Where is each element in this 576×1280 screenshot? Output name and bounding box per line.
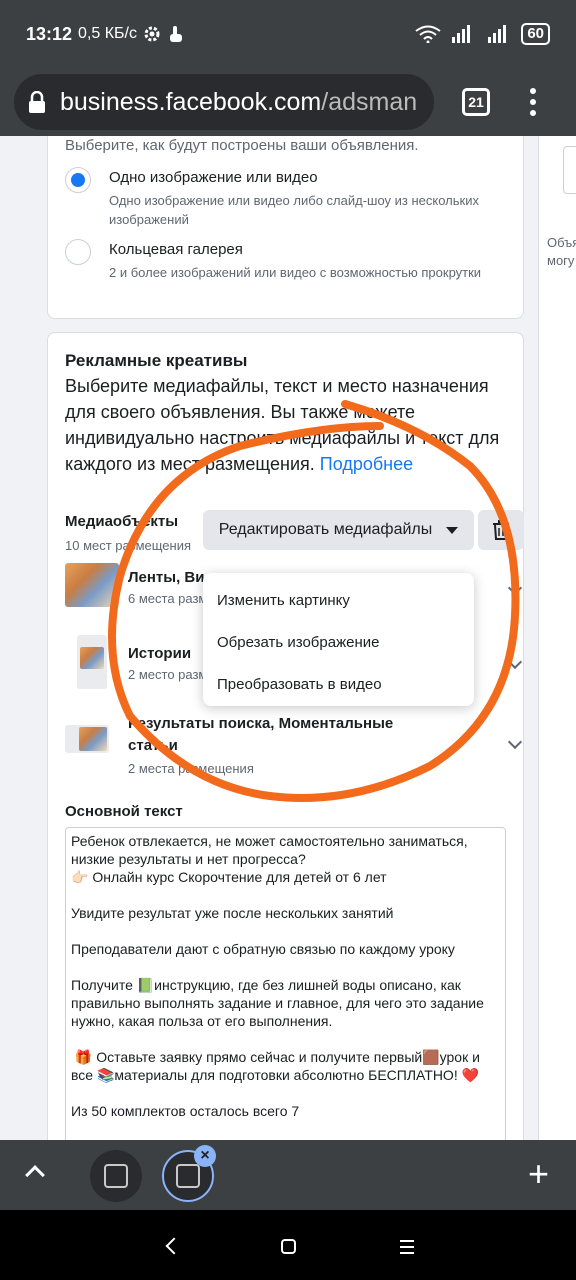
gear-icon — [144, 26, 160, 42]
placement-subtitle: 2 место разм — [128, 667, 208, 682]
menu-item-crop-image[interactable]: Обрезать изображение — [203, 621, 474, 663]
preview-text-line1: Объя — [547, 235, 576, 250]
placement-title: Результаты поиска, Моментальные статьи — [128, 715, 394, 754]
system-navigation-bar — [0, 1210, 576, 1280]
radio-button[interactable] — [65, 239, 91, 265]
home-icon[interactable] — [281, 1239, 296, 1254]
status-bar: 13:12 0,5 КБ/с 60 — [0, 0, 576, 68]
section-description-text: Выберите медиафайлы, текст и место назна… — [65, 376, 500, 474]
browser-toolbar: business.facebook.com/adsman 21 — [0, 68, 576, 136]
caret-down-icon — [446, 526, 459, 534]
tab-thumbnail[interactable] — [90, 1150, 142, 1202]
chevron-up-icon[interactable] — [25, 1165, 45, 1185]
preview-text-line2: могу — [547, 253, 575, 268]
format-option-single[interactable]: Одно изображение или видео Одно изображе… — [65, 167, 509, 229]
placement-subtitle: 2 места размещения — [128, 761, 254, 776]
menu-item-change-image[interactable]: Изменить картинку — [203, 579, 474, 621]
page-content: Объя могу Выберите, как будут построены в… — [0, 136, 576, 1140]
signal-icon-2 — [488, 25, 507, 43]
back-icon[interactable] — [165, 1237, 183, 1255]
new-tab-icon[interactable]: + — [528, 1156, 549, 1192]
primary-text-field[interactable]: Ребенок отвлекается, не может самостояте… — [65, 827, 506, 1140]
battery-indicator: 60 — [521, 23, 550, 45]
format-card: Выберите, как будут построены ваши объяв… — [47, 136, 524, 319]
format-option-desc: Одно изображение или видео либо слайд-шо… — [109, 193, 479, 227]
placement-thumbnail — [77, 635, 107, 689]
tab-switcher-button[interactable]: 21 — [462, 88, 490, 116]
format-option-title: Одно изображение или видео — [109, 169, 318, 186]
wifi-icon — [415, 25, 441, 43]
tab-icon — [104, 1164, 128, 1188]
status-left: 13:12 0,5 КБ/с — [26, 24, 185, 45]
url-path: /adsman — [321, 87, 418, 116]
media-placement-count: 10 мест размещения — [65, 538, 192, 553]
address-bar[interactable]: business.facebook.com/adsman — [14, 74, 434, 130]
touch-icon — [170, 26, 182, 42]
edit-media-label: Редактировать медиафайлы — [218, 521, 433, 538]
close-tab-icon[interactable]: × — [194, 1145, 216, 1167]
status-right: 60 — [415, 23, 550, 45]
preview-text: Объя могу — [547, 234, 576, 270]
format-option-desc: 2 и более изображений или видео с возмож… — [109, 265, 482, 280]
section-description: Выберите медиафайлы, текст и место назна… — [65, 373, 515, 477]
ad-creative-card: Рекламные креативы Выберите медиафайлы, … — [47, 332, 524, 1140]
status-time: 13:12 — [26, 23, 73, 44]
browser-bottom-toolbar: × + — [0, 1140, 576, 1210]
format-option-carousel[interactable]: Кольцевая галерея 2 и более изображений … — [65, 239, 509, 282]
recents-icon[interactable] — [400, 1240, 414, 1254]
lock-icon — [29, 91, 45, 113]
chevron-down-icon[interactable] — [507, 654, 523, 670]
url-host: business.facebook.com — [60, 87, 322, 116]
section-title: Рекламные креативы — [65, 351, 248, 370]
browser-menu-button[interactable] — [530, 88, 536, 116]
placement-thumbnail — [65, 725, 109, 753]
format-intro: Выберите, как будут построены ваши объяв… — [65, 137, 419, 154]
preview-field[interactable] — [563, 146, 576, 194]
edit-media-button[interactable]: Редактировать медиафайлы — [203, 510, 474, 550]
placement-subtitle: 6 места разм — [128, 591, 208, 606]
primary-text-label: Основной текст — [65, 803, 183, 820]
chevron-down-icon[interactable] — [507, 580, 523, 596]
media-label: Медиаобъекты — [65, 513, 179, 530]
placement-thumbnail — [65, 563, 119, 607]
status-network-speed: 0,5 КБ/с — [78, 25, 137, 42]
signal-icon — [452, 25, 471, 43]
delete-media-button[interactable] — [478, 510, 524, 550]
edit-media-dropdown: Изменить картинку Обрезать изображение П… — [203, 573, 474, 706]
placement-row-search[interactable]: Результаты поиска, Моментальные статьи 2… — [65, 709, 523, 779]
radio-button-checked[interactable] — [65, 167, 91, 193]
trash-icon — [493, 520, 509, 540]
learn-more-link[interactable]: Подробнее — [320, 454, 413, 474]
chevron-down-icon[interactable] — [507, 734, 523, 750]
menu-item-convert-to-video[interactable]: Преобразовать в видео — [203, 663, 474, 705]
right-preview-panel: Объя могу — [538, 136, 576, 1140]
tab-icon — [176, 1164, 200, 1188]
format-option-title: Кольцевая галерея — [109, 241, 243, 258]
